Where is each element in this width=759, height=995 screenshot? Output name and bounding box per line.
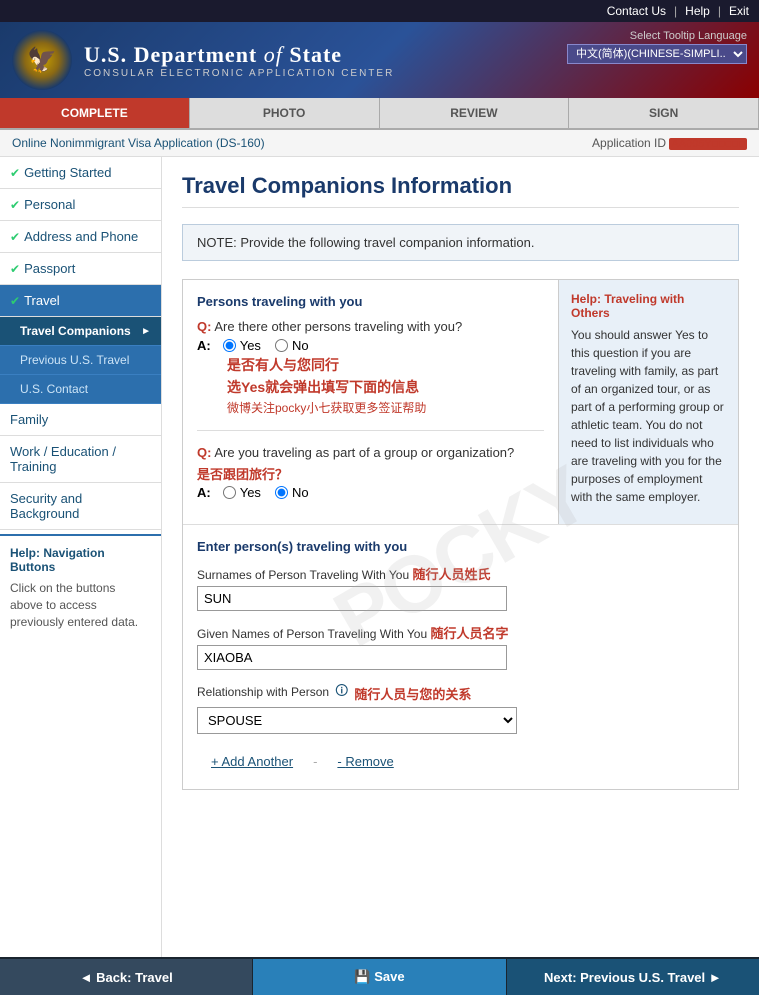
tooltip-label: Select Tooltip Language [567,30,747,42]
sidebar-help-text: Click on the buttons above to access pre… [10,580,151,630]
top-bar: Contact Us | Help | Exit [0,0,759,22]
check-icon: ✔ [10,198,20,212]
sidebar-sub-item-us-contact[interactable]: U.S. Contact [0,375,161,404]
q2-radio-group: Yes No [223,485,309,500]
app-title: Online Nonimmigrant Visa Application (DS… [12,136,265,150]
breadcrumb: Online Nonimmigrant Visa Application (DS… [0,130,759,157]
tab-photo[interactable]: PHOTO [190,98,380,128]
content-area: Travel Companions Information NOTE: Prov… [162,157,759,820]
app-id-value: AA005Y■■■■■ [669,138,747,150]
sidebar-sub-item-previous-us-travel[interactable]: Previous U.S. Travel [0,346,161,375]
main-layout: ✔Getting Started ✔Personal ✔Address and … [0,157,759,957]
q2-annotation: 是否跟团旅行？ [197,464,544,483]
contact-us-link[interactable]: Contact Us [607,4,666,18]
page-title: Travel Companions Information [182,173,739,208]
given-name-input[interactable] [197,645,507,670]
q2-row: Q: Are you traveling as part of a group … [197,445,544,500]
footer-bar: ◄ Back: Travel 💾 Save Next: Previous U.S… [0,957,759,995]
note-box: NOTE: Provide the following travel compa… [182,224,739,261]
tooltip-language-select[interactable]: 中文(简体)(CHINESE-SIMPLI... [567,44,747,64]
arrow-icon: ► [141,326,151,337]
surname-input[interactable] [197,586,507,611]
check-icon: ✔ [10,262,20,276]
help-panel-text: You should answer Yes to this question i… [571,326,726,506]
sidebar-help: Help: Navigation Buttons Click on the bu… [0,534,161,640]
agency-seal: 🦅 [12,30,72,90]
sidebar-sub-item-travel-companions[interactable]: Travel Companions ► [0,317,161,346]
app-id: Application ID AA005Y■■■■■ [592,136,747,150]
q1-yes-radio[interactable] [223,339,236,352]
sidebar-item-security-background[interactable]: Security and Background [0,483,161,530]
q1-radio-group: Yes No [223,338,309,353]
q1-annotation2: 选Yes就会弹出填写下面的信息 [227,377,544,397]
sidebar-sub-travel: Travel Companions ► Previous U.S. Travel… [0,317,161,404]
header: 🦅 U.S. Department of State Consular Elec… [0,22,759,98]
check-icon: ✔ [10,166,20,180]
q1-no-label[interactable]: No [275,338,309,353]
sidebar-item-getting-started[interactable]: ✔Getting Started [0,157,161,189]
nav-tabs: COMPLETE PHOTO REVIEW SIGN [0,98,759,130]
next-button[interactable]: Next: Previous U.S. Travel ► [507,959,759,995]
q2-yes-label[interactable]: Yes [223,485,261,500]
companion-form: Enter person(s) traveling with you Surna… [183,524,738,789]
relationship-field-row: Relationship with Person 🛈 随行人员与您的关系 SPO… [197,682,724,734]
back-button[interactable]: ◄ Back: Travel [0,959,253,995]
agency-subtitle: Consular Electronic Application Center [84,68,394,79]
agency-name: U.S. Department of State [84,42,394,68]
q1-annotation: 是否有人与您同行 [227,355,544,375]
given-name-field-row: Given Names of Person Traveling With You… [197,623,724,670]
sidebar-item-passport[interactable]: ✔Passport [0,253,161,285]
add-another-link[interactable]: + Add Another [211,754,293,769]
q2-no-radio[interactable] [275,486,288,499]
help-link[interactable]: Help [685,4,710,18]
sidebar-item-travel[interactable]: ✔Travel [0,285,161,317]
relationship-select[interactable]: SPOUSE CHILD PARENT SIBLING OTHER [197,707,517,734]
sidebar-item-work-education[interactable]: Work / Education / Training [0,436,161,483]
enter-person-label: Enter person(s) traveling with you [197,539,724,554]
exit-link[interactable]: Exit [729,4,749,18]
tab-sign[interactable]: SIGN [569,98,759,128]
persons-section-label: Persons traveling with you [197,294,544,309]
remove-link[interactable]: - Remove [337,754,393,769]
tooltip-selector[interactable]: Select Tooltip Language 中文(简体)(CHINESE-S… [567,30,747,64]
action-row: + Add Another - - Remove [197,748,724,775]
q1-no-radio[interactable] [275,339,288,352]
help-panel: Help: Traveling with Others You should a… [558,280,738,524]
divider [197,430,544,431]
sidebar-item-family[interactable]: Family [0,404,161,436]
sidebar-item-address-phone[interactable]: ✔Address and Phone [0,221,161,253]
help-panel-title: Help: Traveling with Others [571,292,726,320]
save-button[interactable]: 💾 Save [253,959,506,995]
sidebar-help-title: Help: Navigation Buttons [10,546,151,574]
q1-yes-label[interactable]: Yes [223,338,261,353]
q2-yes-radio[interactable] [223,486,236,499]
persons-section: Persons traveling with you Q: Are there … [182,279,739,790]
sidebar: ✔Getting Started ✔Personal ✔Address and … [0,157,162,957]
sidebar-item-personal[interactable]: ✔Personal [0,189,161,221]
q1-annotation3: 微博关注pocky小七获取更多签证帮助 [227,399,544,416]
relationship-help-icon[interactable]: 🛈 [335,682,348,704]
check-icon: ✔ [10,294,20,308]
tab-complete[interactable]: COMPLETE [0,98,190,128]
check-icon: ✔ [10,230,20,244]
tab-review[interactable]: REVIEW [380,98,570,128]
q1-row: Q: Are there other persons traveling wit… [197,319,544,416]
surname-field-row: Surnames of Person Traveling With You 随行… [197,564,724,611]
q2-no-label[interactable]: No [275,485,309,500]
